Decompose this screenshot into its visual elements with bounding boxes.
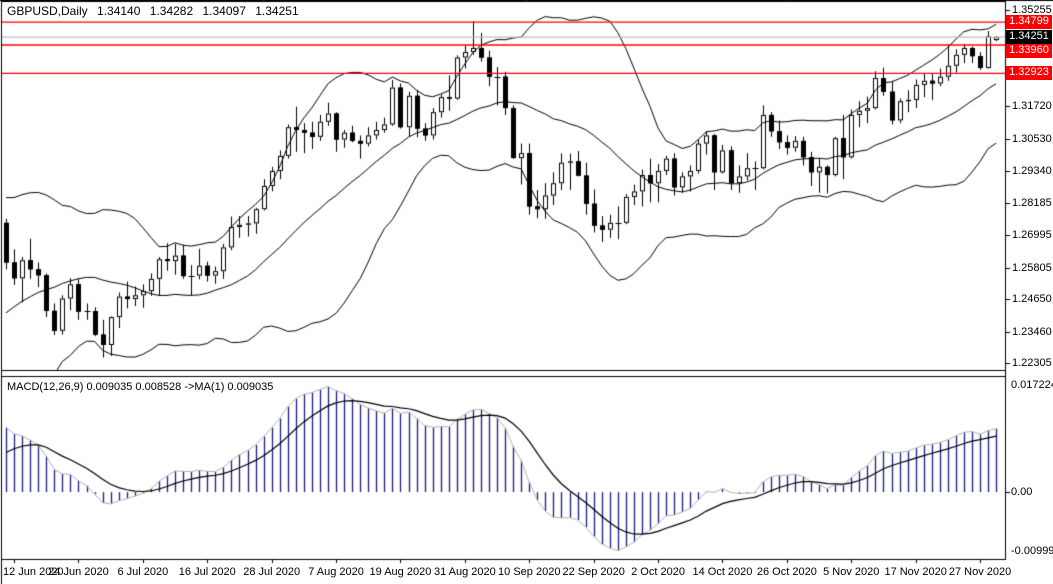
date-label: 17 Nov 2020: [884, 566, 946, 578]
resistance-price-tag: 1.34799: [1006, 15, 1052, 29]
date-label: 28 Jul 2020: [243, 566, 300, 578]
price-tick-label: 1.22305: [1012, 357, 1052, 369]
date-label: 2 Oct 2020: [631, 566, 685, 578]
price-tick-label: 1.23460: [1012, 326, 1052, 338]
date-label: 31 Aug 2020: [434, 566, 496, 578]
date-label: 7 Aug 2020: [308, 566, 364, 578]
date-label: 22 Sep 2020: [562, 566, 624, 578]
price-tick-label: 1.30530: [1012, 133, 1052, 145]
date-label: 5 Nov 2020: [823, 566, 879, 578]
price-tick-label: 1.24650: [1012, 293, 1052, 305]
price-tick-label: 1.28185: [1012, 197, 1052, 209]
ohlc-low: 1.34097: [203, 4, 246, 18]
date-label: 10 Sep 2020: [498, 566, 560, 578]
resistance-price-tag: 1.32923: [1006, 66, 1052, 80]
date-label: 19 Aug 2020: [370, 566, 432, 578]
chart-window: GBPUSD,Daily 1.34140 1.34282 1.34097 1.3…: [0, 0, 1053, 584]
date-label: 16 Jul 2020: [179, 566, 236, 578]
date-label: 6 Jul 2020: [117, 566, 168, 578]
price-tick-label: 1.29340: [1012, 165, 1052, 177]
macd-zero-label: 0.00: [1011, 486, 1032, 498]
date-label: 27 Nov 2020: [949, 566, 1011, 578]
price-tick-label: 1.31720: [1012, 100, 1052, 112]
ohlc-high: 1.34282: [150, 4, 193, 18]
bid-price-tag: 1.34251: [1006, 30, 1052, 44]
resistance-price-tag: 1.33960: [1006, 44, 1052, 58]
date-label: 26 Oct 2020: [757, 566, 817, 578]
price-tick-label: 1.26995: [1012, 229, 1052, 241]
date-label: 24 Jun 2020: [48, 566, 109, 578]
symbol-period-label: GBPUSD,Daily: [7, 4, 88, 18]
macd-max-label: 0.017224: [1011, 379, 1053, 391]
price-tick-label: 1.25805: [1012, 262, 1052, 274]
ohlc-open: 1.34140: [97, 4, 140, 18]
chart-canvas[interactable]: [0, 0, 1053, 584]
ohlc-close: 1.34251: [255, 4, 298, 18]
chart-title: GBPUSD,Daily 1.34140 1.34282 1.34097 1.3…: [7, 4, 305, 18]
price-tick-label: 1.35255: [1012, 4, 1052, 16]
macd-indicator-label: MACD(12,26,9) 0.009035 0.008528 ->MA(1) …: [7, 381, 273, 393]
date-label: 14 Oct 2020: [692, 566, 752, 578]
macd-min-label: -0.009992: [1011, 545, 1053, 557]
